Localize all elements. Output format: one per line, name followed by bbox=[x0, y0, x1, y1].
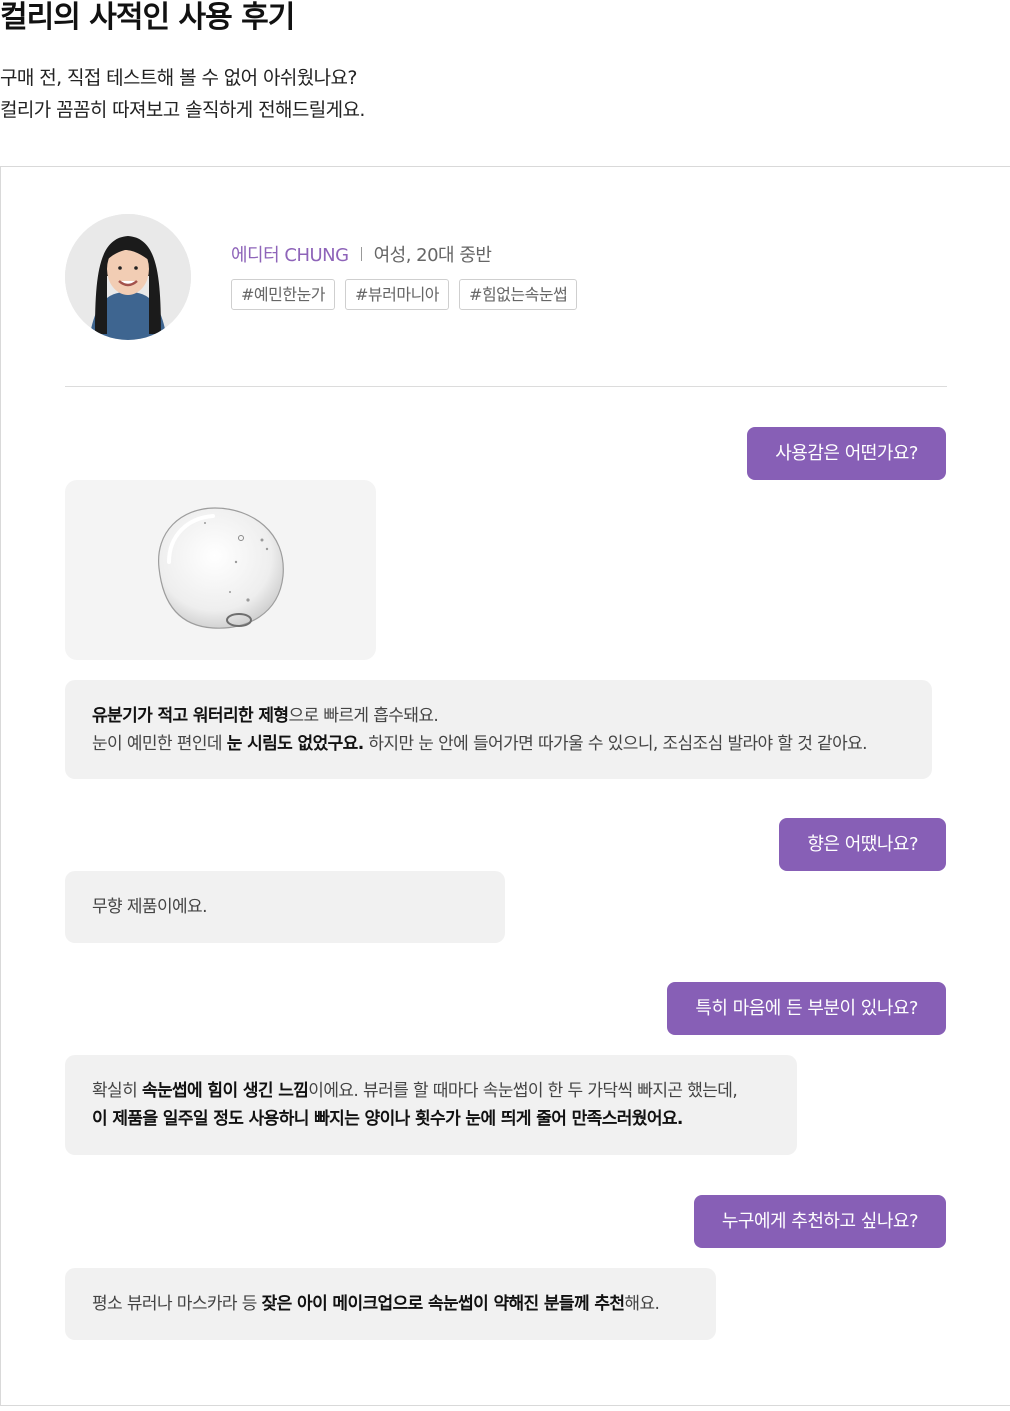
answer-bubble: 평소 뷰러나 마스카라 등 잦은 아이 메이크업으로 속눈썹이 약해진 분들께 … bbox=[65, 1268, 716, 1340]
question-bubble: 특히 마음에 든 부분이 있나요? bbox=[667, 982, 946, 1035]
answer-highlight: 유분기가 적고 워터리한 제형 bbox=[92, 705, 289, 726]
page-title: 컬리의 사적인 사용 후기 bbox=[0, 0, 295, 35]
answer-line: 이 제품을 일주일 정도 사용하니 빠지는 양이나 횟수가 눈에 띄게 줄어 만… bbox=[92, 1105, 770, 1133]
divider bbox=[65, 386, 947, 387]
tag: #예민한눈가 bbox=[231, 279, 336, 310]
intro-line: 컬리가 꼼꼼히 따져보고 솔직하게 전해드릴게요. bbox=[0, 99, 365, 121]
intro-line: 구매 전, 직접 테스트해 볼 수 없어 아쉬웠나요? bbox=[0, 67, 357, 89]
answer-highlight: 잦은 아이 메이크업으로 속눈썹이 약해진 분들께 추천 bbox=[261, 1294, 625, 1314]
intro-text: 구매 전, 직접 테스트해 볼 수 없어 아쉬웠나요? 컬리가 꼼꼼히 따져보고… bbox=[0, 62, 365, 126]
answer-text: 으로 빠르게 흡수돼요. bbox=[288, 705, 439, 726]
answer-highlight: 눈 시림도 없었구요. bbox=[226, 733, 364, 754]
editor-profile: 에디터 CHUNG 여성, 20대 중반 bbox=[231, 241, 492, 267]
answer-text: 하지만 눈 안에 들어가면 따가울 수 있으니, 조심조심 발라야 할 것 같아… bbox=[363, 733, 867, 754]
editor-portrait-image bbox=[65, 214, 191, 340]
answer-bubble: 무향 제품이에요. bbox=[65, 871, 505, 943]
answer-text: 눈이 예민한 편인데 bbox=[92, 733, 227, 754]
answer-bubble: 유분기가 적고 워터리한 제형으로 빠르게 흡수돼요. 눈이 예민한 편인데 눈 … bbox=[65, 680, 932, 779]
product-texture-image bbox=[65, 480, 376, 660]
review-card: 에디터 CHUNG 여성, 20대 중반 #예민한눈가 #뷰러마니아 #힘없는속… bbox=[0, 166, 1010, 1406]
answer-text: 평소 뷰러나 마스카라 등 bbox=[92, 1294, 262, 1314]
answer-line: 평소 뷰러나 마스카라 등 잦은 아이 메이크업으로 속눈썹이 약해진 분들께 … bbox=[92, 1290, 689, 1318]
question-bubble: 누구에게 추천하고 싶나요? bbox=[693, 1195, 946, 1248]
answer-line: 눈이 예민한 편인데 눈 시림도 없었구요. 하지만 눈 안에 들어가면 따가울… bbox=[92, 730, 905, 758]
answer-bubble: 확실히 속눈썹에 힘이 생긴 느낌이에요. 뷰러를 할 때마다 속눈썹이 한 두… bbox=[65, 1055, 797, 1155]
answer-line: 무향 제품이에요. bbox=[92, 893, 478, 921]
tag-list: #예민한눈가 #뷰러마니아 #힘없는속눈썹 bbox=[231, 279, 578, 310]
separator bbox=[360, 247, 362, 261]
answer-text: 무향 제품이에요. bbox=[92, 897, 207, 917]
answer-highlight: 속눈썹에 힘이 생긴 느낌 bbox=[141, 1081, 309, 1101]
question-bubble: 사용감은 어떤가요? bbox=[747, 427, 946, 480]
answer-text: 확실히 bbox=[92, 1081, 142, 1101]
answer-text: 해요. bbox=[624, 1294, 660, 1314]
editor-meta: 여성, 20대 중반 bbox=[373, 245, 492, 266]
editor-name: 에디터 CHUNG bbox=[231, 245, 349, 266]
review-page: 컬리의 사적인 사용 후기 구매 전, 직접 테스트해 볼 수 없어 아쉬웠나요… bbox=[0, 0, 1010, 1411]
answer-line: 유분기가 적고 워터리한 제형으로 빠르게 흡수돼요. bbox=[92, 702, 905, 730]
answer-text: 이에요. 뷰러를 할 때마다 속눈썹이 한 두 가닥씩 빠지곤 했는데, bbox=[308, 1081, 738, 1101]
editor-avatar bbox=[65, 214, 191, 340]
tag: #힘없는속눈썹 bbox=[459, 279, 578, 310]
answer-highlight: 이 제품을 일주일 정도 사용하니 빠지는 양이나 횟수가 눈에 띄게 줄어 만… bbox=[92, 1109, 683, 1129]
serum-drop-image bbox=[158, 507, 284, 629]
question-bubble: 향은 어땠나요? bbox=[779, 818, 946, 871]
tag: #뷰러마니아 bbox=[345, 279, 450, 310]
answer-line: 확실히 속눈썹에 힘이 생긴 느낌이에요. 뷰러를 할 때마다 속눈썹이 한 두… bbox=[92, 1077, 770, 1105]
